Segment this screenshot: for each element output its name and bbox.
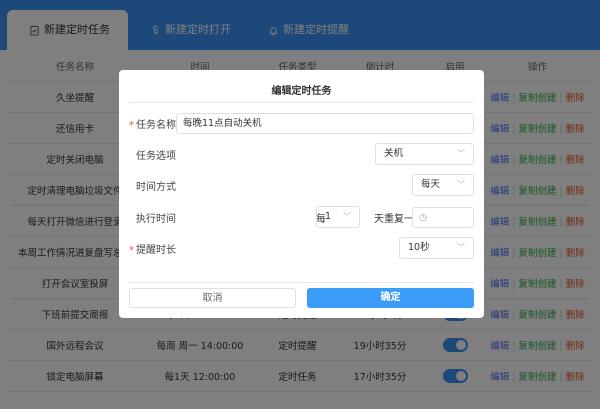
time-mode-select[interactable]: 每天 ﹀ [412,174,474,196]
dialog-title: 编辑定时任务 [129,70,474,103]
duration-label: 提醒时长 [136,244,176,256]
edit-task-dialog: 编辑定时任务 * 任务名称 每晚11点自动关机 任务选项 关机 ﹀ 时间方式 每天 ﹀… [119,70,484,318]
task-name-input[interactable]: 每晚11点自动关机 [176,112,474,134]
selected-value: 10秒 [408,242,430,253]
interval-select[interactable]: 1 ﹀ [316,206,360,228]
mode-label: 时间方式 [136,181,176,193]
divider [129,282,474,283]
clock-icon: ◷ [419,211,428,223]
cancel-button[interactable]: 取消 [129,288,296,308]
required-mark: * [129,244,134,256]
chevron-down-icon: ﹀ [457,149,465,158]
exec-label: 执行时间 [136,213,176,225]
option-label: 任务选项 [136,150,176,162]
time-picker-input[interactable]: ◷ [412,206,474,228]
selected-value: 每天 [421,179,441,190]
required-mark: * [129,119,134,131]
duration-select[interactable]: 10秒 ﹀ [399,237,474,259]
confirm-button[interactable]: 确定 [307,288,474,308]
name-label: 任务名称 [136,119,176,131]
selected-value: 1 [325,211,332,222]
task-option-select[interactable]: 关机 ﹀ [375,143,474,165]
selected-value: 关机 [384,148,404,159]
chevron-down-icon: ﹀ [457,243,465,252]
chevron-down-icon: ﹀ [343,212,351,221]
chevron-down-icon: ﹀ [457,180,465,189]
